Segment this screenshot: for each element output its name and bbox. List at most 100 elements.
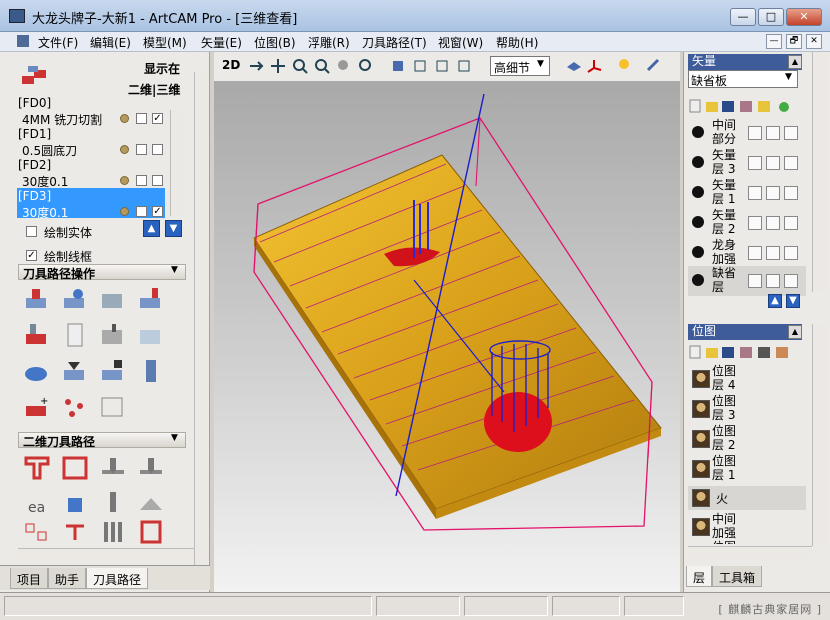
vector-layer-row[interactable]: 矢量层 1	[688, 178, 806, 208]
light-icon[interactable]	[784, 126, 798, 140]
edit-icon[interactable]	[766, 186, 780, 200]
collapse-icon[interactable]: ▼	[171, 433, 178, 443]
texture-icon[interactable]	[136, 518, 166, 546]
tool-list-icon[interactable]	[60, 322, 90, 350]
light-icon[interactable]	[784, 216, 798, 230]
merge-toolpaths-icon[interactable]: +	[22, 394, 52, 422]
bitmap-layer-row[interactable]: 位图层 2	[688, 424, 806, 454]
vector-sheet-select[interactable]: 缺省板 ▼	[688, 70, 798, 88]
materials-icon[interactable]	[646, 58, 662, 74]
edit-icon[interactable]	[766, 274, 780, 288]
move-down-button[interactable]: ▼	[165, 220, 182, 237]
v-bit-carving-icon[interactable]	[98, 454, 128, 482]
batch-icon[interactable]	[98, 358, 128, 386]
show-3d-checkbox[interactable]: ✓	[152, 113, 163, 124]
rough-machining-icon[interactable]	[22, 286, 52, 314]
detail-level-select[interactable]: 高细节 ▼	[490, 56, 550, 76]
bitmap-layer-row[interactable]: 位图层 4	[688, 364, 806, 394]
lock-icon[interactable]	[748, 246, 762, 260]
show-3d-checkbox[interactable]	[152, 175, 163, 186]
menu-model[interactable]: 模型(M)	[143, 34, 187, 51]
maximize-button[interactable]: □	[758, 8, 784, 26]
vector-panel-close-button[interactable]: ▲	[788, 55, 802, 69]
engrave-icon[interactable]: ea	[22, 490, 52, 518]
lock-icon[interactable]	[748, 186, 762, 200]
bitmap-layer-row[interactable]: 位图层 3	[688, 394, 806, 424]
layer-visibility-icon[interactable]	[692, 186, 704, 198]
vector-layer-row[interactable]: 矢量层 2	[688, 208, 806, 238]
3d-viewport[interactable]	[214, 82, 680, 592]
menu-help[interactable]: 帮助(H)	[496, 34, 538, 51]
menu-toolpaths[interactable]: 刀具路径(T)	[362, 34, 427, 51]
lock-icon[interactable]	[748, 156, 762, 170]
vector-layer-row-active[interactable]: 缺省层	[688, 266, 806, 296]
menu-relief[interactable]: 浮雕(R)	[308, 34, 350, 51]
layer-down-button[interactable]: ▼	[786, 294, 800, 308]
bitmap-layer-row[interactable]: 中间加强位图	[688, 512, 806, 544]
show-3d-checkbox[interactable]: ✓	[152, 206, 163, 217]
top-view-icon[interactable]	[456, 58, 472, 74]
show-2d-checkbox[interactable]	[136, 206, 147, 217]
document-icon[interactable]	[17, 35, 29, 47]
inlay-icon[interactable]	[60, 490, 90, 518]
vector-layer-toolbar-icons[interactable]	[688, 98, 806, 114]
toolpath-ops-header[interactable]: 刀具路径操作 ▼	[18, 264, 186, 281]
fluting-icon[interactable]	[98, 518, 128, 546]
tab-toolbox[interactable]: 工具箱	[712, 566, 763, 587]
vector-layer-row[interactable]: 龙身加强	[688, 238, 806, 268]
bitmap-panel-hscrollbar[interactable]	[688, 546, 812, 558]
edit-icon[interactable]	[766, 246, 780, 260]
layer-visibility-icon[interactable]	[692, 274, 704, 286]
light-bulb-icon[interactable]	[616, 58, 632, 74]
edit-icon[interactable]	[766, 156, 780, 170]
toolpath-name[interactable]: 0.5圆底刀	[22, 142, 77, 159]
toolpath-name[interactable]: 4MM 铣刀切割	[22, 111, 102, 128]
zoom-out-icon[interactable]	[314, 58, 330, 74]
layer-visibility-icon[interactable]	[692, 216, 704, 228]
show-2d-checkbox[interactable]	[136, 175, 147, 186]
light-icon[interactable]	[784, 186, 798, 200]
bitmap-layer-row-active[interactable]: 火	[688, 486, 806, 510]
tab-project[interactable]: 项目	[10, 568, 49, 589]
show-2d-checkbox[interactable]	[136, 113, 147, 124]
toolpath-list-scrollbar[interactable]	[170, 110, 184, 216]
save-toolpath-icon[interactable]	[60, 358, 90, 386]
tab-toolpaths[interactable]: 刀具路径	[86, 568, 149, 589]
layer-visibility-icon[interactable]	[692, 126, 704, 138]
edit-icon[interactable]	[766, 126, 780, 140]
drill-icon[interactable]	[136, 358, 166, 386]
side-view-icon[interactable]	[434, 58, 450, 74]
vector-layer-row[interactable]: 矢量层 3	[688, 148, 806, 178]
layer-visibility-icon[interactable]	[692, 156, 704, 168]
lock-icon[interactable]	[748, 216, 762, 230]
menu-vector[interactable]: 矢量(E)	[201, 34, 242, 51]
layer-visibility-icon[interactable]	[692, 246, 704, 258]
mdi-minimize-button[interactable]: —	[766, 34, 782, 49]
draw-wireframe-checkbox[interactable]: ✓	[26, 250, 37, 261]
icons-hscrollbar[interactable]	[18, 548, 194, 560]
profile-icon[interactable]	[22, 454, 52, 482]
finish-machining-icon[interactable]	[60, 286, 90, 314]
minimize-button[interactable]: —	[730, 8, 756, 26]
bitmap-layer-toolbar-icons[interactable]	[688, 344, 806, 360]
lock-icon[interactable]	[748, 274, 762, 288]
mdi-close-button[interactable]: ✕	[806, 34, 822, 49]
transform-icon[interactable]	[98, 394, 128, 422]
plunge-icon[interactable]	[22, 322, 52, 350]
lock-icon[interactable]	[748, 126, 762, 140]
twod-toolpaths-header[interactable]: 二维刀具路径 ▼	[18, 432, 186, 449]
area-clearance-icon[interactable]	[60, 454, 90, 482]
mdi-restore-button[interactable]: 🗗	[786, 34, 802, 49]
menu-file[interactable]: 文件(F)	[38, 34, 78, 51]
bevel-carving-icon[interactable]	[136, 454, 166, 482]
prism-icon[interactable]	[136, 490, 166, 518]
zoom-window-icon[interactable]	[336, 58, 352, 74]
drilling-icon[interactable]	[98, 490, 128, 518]
iso-view-icon[interactable]	[390, 58, 406, 74]
close-button[interactable]: ✕	[786, 8, 822, 26]
points-icon[interactable]	[60, 394, 90, 422]
front-view-icon[interactable]	[412, 58, 428, 74]
machine-order-icon[interactable]	[22, 518, 52, 546]
layer-up-button[interactable]: ▲	[768, 294, 782, 308]
menu-window[interactable]: 视窗(W)	[438, 34, 483, 51]
